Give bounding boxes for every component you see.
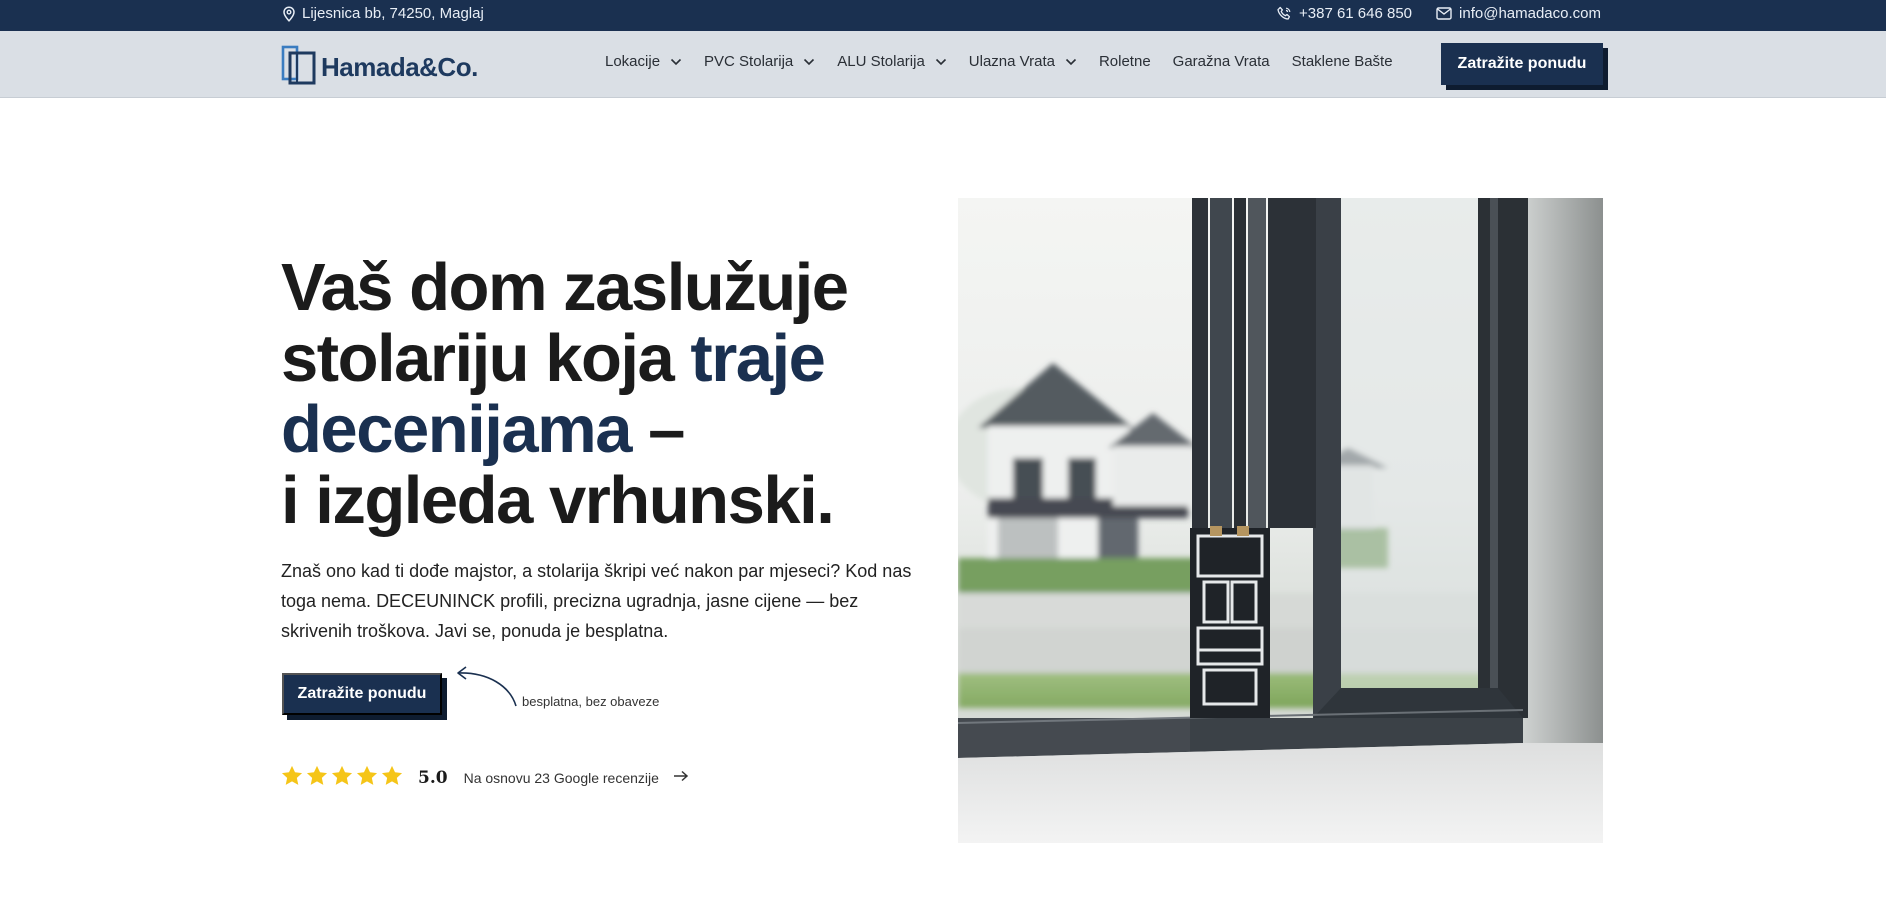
star-rating	[281, 765, 403, 791]
nav-label: ALU Stolarija	[837, 53, 925, 70]
nav-item-alu-stolarija[interactable]: ALU Stolarija	[837, 53, 947, 70]
hero-title-line-2a: stolariju koja	[281, 321, 691, 396]
nav-item-pvc-stolarija[interactable]: PVC Stolarija	[704, 53, 815, 70]
hero-description: Znaš ono kad ti dođe majstor, a stolarij…	[281, 561, 912, 641]
logo-mark-icon	[281, 44, 317, 91]
arrow-right-icon	[673, 769, 689, 787]
request-quote-button[interactable]: Zatražite ponudu	[1441, 43, 1603, 85]
star-icon	[381, 765, 403, 791]
rating-reviews-text: Na osnovu 23 Google recenzije	[463, 770, 659, 786]
nav-label: Lokacije	[605, 53, 661, 70]
nav-item-roletne[interactable]: Roletne	[1099, 53, 1151, 70]
nav-item-garazna-vrata[interactable]: Garažna Vrata	[1173, 53, 1270, 70]
main-navbar: Hamada&Co. Lokacije PVC Stolarija ALU St…	[0, 31, 1886, 98]
nav-label: Garažna Vrata	[1172, 53, 1270, 70]
chevron-down-icon	[670, 53, 682, 70]
hero-title-accent-1: traje	[690, 321, 826, 396]
phone-link[interactable]: +387 61 646 850	[1277, 5, 1412, 22]
email-text: info@hamadaco.com	[1459, 5, 1601, 22]
nav-item-lokacije[interactable]: Lokacije	[605, 53, 682, 70]
hero-request-quote-button[interactable]: Zatražite ponudu	[282, 673, 442, 715]
rating-score: 5.0	[418, 768, 448, 788]
hero-title: Vaš dom zaslužuje stolariju koja traje d…	[281, 252, 921, 536]
curved-arrow-icon	[452, 664, 522, 715]
email-link[interactable]: info@hamadaco.com	[1436, 5, 1601, 22]
top-bar: Lijesnica bb, 74250, Maglaj +387 61 646 …	[0, 0, 1886, 31]
location-pin-icon	[282, 5, 296, 22]
hero-title-line-1: Vaš dom zaslužuje	[281, 250, 849, 325]
nav-label: Ulazna Vrata	[968, 53, 1055, 70]
nav-label: Staklene Bašte	[1291, 53, 1393, 70]
mail-icon	[1436, 7, 1452, 20]
address: Lijesnica bb, 74250, Maglaj	[282, 5, 484, 22]
chevron-down-icon	[935, 53, 947, 70]
hero-title-line-4: i izgleda vrhunski.	[281, 463, 835, 538]
google-rating[interactable]: 5.0 Na osnovu 23 Google recenzije	[281, 765, 689, 791]
hero-title-accent-2: decenijama	[281, 392, 632, 467]
phone-text: +387 61 646 850	[1299, 5, 1413, 22]
chevron-down-icon	[1065, 53, 1077, 70]
phone-icon	[1277, 6, 1292, 21]
nav-item-staklene-baste[interactable]: Staklene Bašte	[1292, 53, 1393, 70]
logo[interactable]: Hamada&Co.	[281, 44, 478, 91]
nav-label: Roletne	[1098, 53, 1151, 70]
star-icon	[281, 765, 303, 791]
star-icon	[356, 765, 378, 791]
brand-name: Hamada&Co.	[321, 52, 478, 82]
nav-label: PVC Stolarija	[704, 53, 794, 70]
hero-image-window-profile	[958, 198, 1603, 843]
chevron-down-icon	[803, 53, 815, 70]
address-text: Lijesnica bb, 74250, Maglaj	[302, 5, 484, 22]
star-icon	[306, 765, 328, 791]
hero-title-dash: –	[630, 392, 685, 467]
nav-item-ulazna-vrata[interactable]: Ulazna Vrata	[969, 53, 1077, 70]
primary-nav: Lokacije PVC Stolarija ALU Stolarija Ula…	[605, 53, 1415, 70]
cta-note: besplatna, bez obaveze	[522, 694, 660, 709]
star-icon	[331, 765, 353, 791]
